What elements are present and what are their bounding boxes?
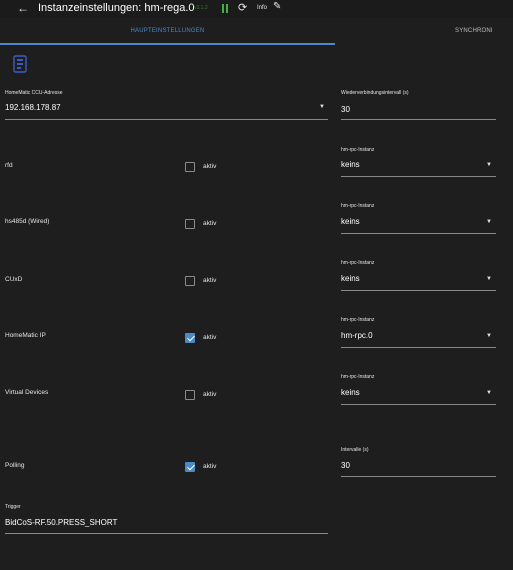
info-button[interactable]: Info — [257, 5, 267, 11]
chevron-down-icon[interactable]: ▼ — [486, 162, 492, 168]
cuxd-instance-underline — [341, 290, 496, 291]
rfd-label: rfd — [5, 162, 13, 169]
polling-checkbox-label: aktiv — [203, 463, 217, 470]
trigger-underline — [5, 533, 328, 534]
adapter-logo-icon — [13, 55, 27, 73]
hs485d-checkbox[interactable] — [185, 219, 195, 229]
rfd-instance-underline — [341, 176, 496, 177]
tab-active-indicator — [0, 43, 335, 45]
hs485d-instance-label: hm-rpc-Instanz — [341, 203, 375, 209]
tab-synchronization[interactable]: SYNCHRONI — [455, 18, 493, 45]
cuxd-label: CUxD — [5, 276, 23, 283]
page-title: Instanzeinstellungen: hm-rega.0 — [38, 2, 195, 14]
arrow-left-icon[interactable]: ← — [17, 1, 29, 15]
chevron-down-icon[interactable]: ▼ — [486, 219, 492, 225]
virtual-devices-instance-select[interactable]: keins — [341, 388, 360, 397]
rfd-checkbox-label: aktiv — [203, 163, 217, 170]
reconnect-interval-label: Wiederverbindungsintervall (s) — [341, 90, 409, 96]
homematic-ip-checkbox[interactable] — [185, 333, 195, 343]
chevron-down-icon[interactable]: ▼ — [486, 390, 492, 396]
ccu-address-underline — [5, 119, 328, 120]
hs485d-label: hs485d (Wired) — [5, 218, 50, 225]
chevron-down-icon[interactable]: ▼ — [319, 104, 325, 110]
trigger-input[interactable]: BidCoS-RF.50.PRESS_SHORT — [5, 518, 117, 527]
cuxd-checkbox[interactable] — [185, 276, 195, 286]
reconnect-interval-underline — [341, 119, 496, 120]
hs485d-instance-select[interactable]: keins — [341, 217, 360, 226]
virtual-devices-checkbox-label: aktiv — [203, 391, 217, 398]
homematic-ip-instance-select[interactable]: hm-rpc.0 — [341, 331, 373, 340]
cuxd-instance-label: hm-rpc-Instanz — [341, 260, 375, 266]
homematic-ip-checkbox-label: aktiv — [203, 334, 217, 341]
ccu-address-value[interactable]: 192.168.178.87 — [5, 103, 61, 112]
homematic-ip-label: HomeMatic IP — [5, 332, 46, 339]
reconnect-interval-input[interactable]: 30 — [341, 105, 350, 114]
polling-label: Polling — [5, 462, 25, 469]
tab-main-settings[interactable]: HAUPTEINSTELLUNGEN — [0, 18, 335, 45]
polling-interval-input[interactable]: 30 — [341, 461, 350, 470]
virtual-devices-instance-label: hm-rpc-Instanz — [341, 374, 375, 380]
rfd-instance-select[interactable]: keins — [341, 160, 360, 169]
hs485d-checkbox-label: aktiv — [203, 220, 217, 227]
cuxd-instance-select[interactable]: keins — [341, 274, 360, 283]
app-header: ← Instanzeinstellungen: hm-rega.0 v3.1.2… — [0, 0, 513, 18]
reload-icon[interactable]: ⟳ — [238, 1, 247, 14]
chevron-down-icon[interactable]: ▼ — [486, 276, 492, 282]
trigger-label: Trigger — [5, 504, 21, 510]
tab-bar: HAUPTEINSTELLUNGEN SYNCHRONI — [0, 18, 513, 45]
virtual-devices-checkbox[interactable] — [185, 390, 195, 400]
cuxd-checkbox-label: aktiv — [203, 277, 217, 284]
ccu-address-label: HomeMatic CCU-Adresse — [5, 90, 63, 96]
polling-interval-label: Intervalle (s) — [341, 447, 369, 453]
hs485d-instance-underline — [341, 233, 496, 234]
homematic-ip-instance-label: hm-rpc-Instanz — [341, 317, 375, 323]
pause-icon[interactable] — [222, 4, 229, 13]
polling-interval-underline — [341, 476, 496, 477]
pencil-icon[interactable]: ✎ — [273, 1, 281, 12]
homematic-ip-instance-underline — [341, 347, 496, 348]
rfd-instance-label: hm-rpc-Instanz — [341, 147, 375, 153]
version-label: v3.1.2 — [194, 5, 208, 11]
rfd-checkbox[interactable] — [185, 162, 195, 172]
virtual-devices-label: Virtual Devices — [5, 389, 49, 396]
polling-checkbox[interactable] — [185, 462, 195, 472]
chevron-down-icon[interactable]: ▼ — [486, 333, 492, 339]
virtual-devices-instance-underline — [341, 404, 496, 405]
